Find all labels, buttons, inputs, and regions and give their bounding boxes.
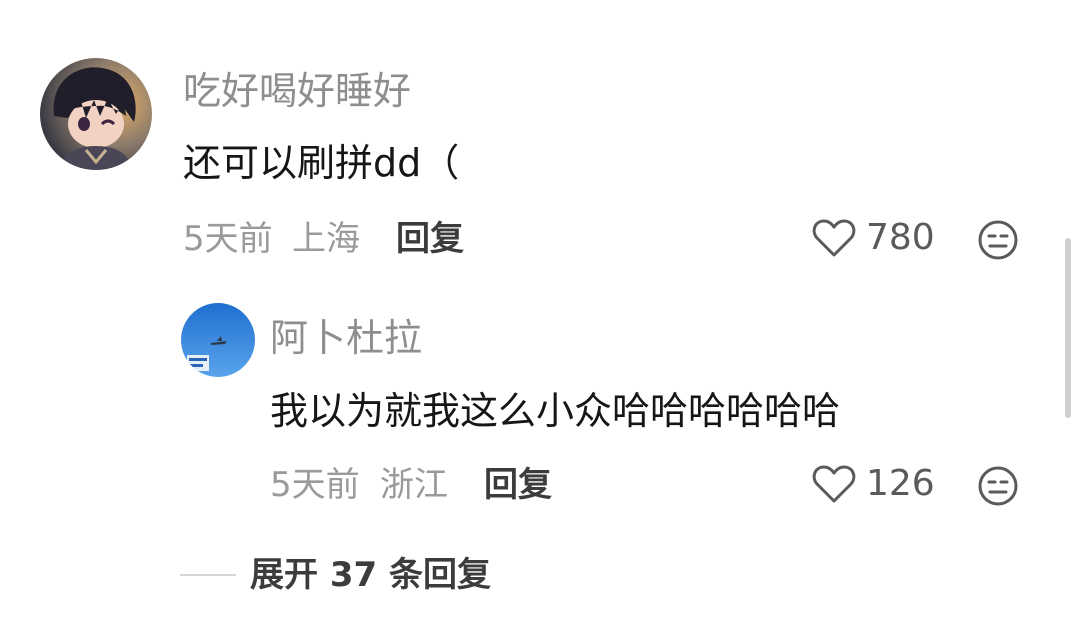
comment-location: 上海 <box>292 219 360 259</box>
expand-replies-button[interactable]: 展开 37 条回复 <box>180 558 491 592</box>
like-count: 780 <box>866 217 935 258</box>
comment-text: 还可以刷拼dd（ <box>183 141 460 185</box>
comment-item: 吃好喝好睡好 还可以刷拼dd（ 5天前 上海 回复 780 <box>0 0 1079 290</box>
heart-icon <box>812 219 856 257</box>
reply-item: 阿卜杜拉 我以为就我这么小众哈哈哈哈哈哈 5天前 浙江 回复 126 <box>0 290 1079 530</box>
reply-button[interactable]: 回复 <box>484 468 552 502</box>
anime-character-avatar-icon <box>40 58 152 170</box>
reply-text: 我以为就我这么小众哈哈哈哈哈哈 <box>270 389 841 433</box>
comment-time: 5天前 <box>183 219 273 259</box>
dislike-button[interactable] <box>977 219 1019 265</box>
like-button[interactable]: 780 <box>812 218 935 258</box>
heart-icon <box>812 465 856 503</box>
reply-time: 5天前 <box>270 465 360 505</box>
reply-button[interactable]: 回复 <box>396 222 464 256</box>
comment-username[interactable]: 吃好喝好睡好 <box>183 72 411 110</box>
avatar[interactable] <box>181 303 255 377</box>
divider-line <box>180 574 236 576</box>
neutral-face-icon <box>978 466 1018 506</box>
like-count: 126 <box>866 463 935 504</box>
dislike-button[interactable] <box>977 465 1019 511</box>
expand-replies-label: 展开 37 条回复 <box>250 555 491 595</box>
reply-username[interactable]: 阿卜杜拉 <box>270 319 422 357</box>
sky-airplane-avatar-icon <box>181 303 255 377</box>
scrollbar[interactable] <box>1065 238 1071 418</box>
avatar[interactable] <box>40 58 152 170</box>
like-button[interactable]: 126 <box>812 464 935 504</box>
reply-location: 浙江 <box>380 465 448 505</box>
neutral-face-icon <box>978 220 1018 260</box>
